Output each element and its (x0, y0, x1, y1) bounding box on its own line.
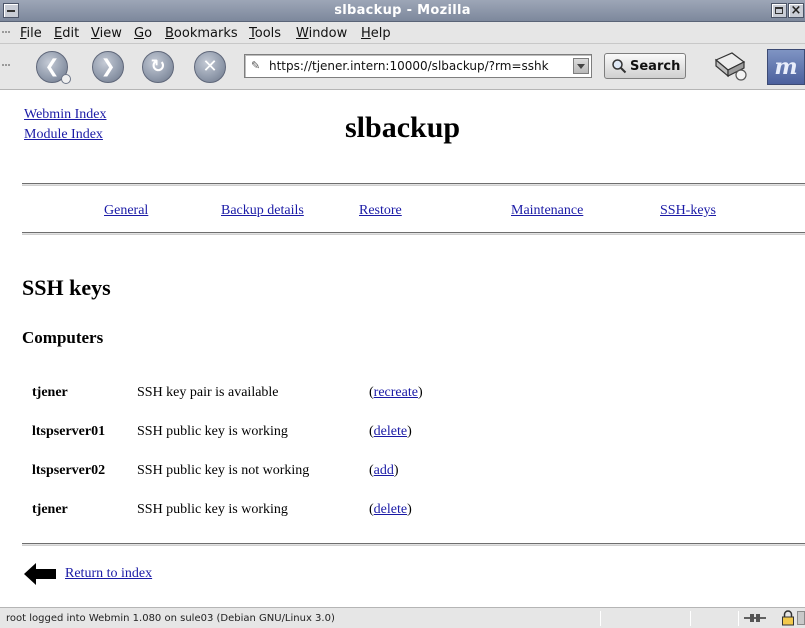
search-button[interactable]: Search (604, 53, 686, 79)
tab-backup-details[interactable]: Backup details (221, 203, 304, 219)
computer-name: ltspserver02 (32, 463, 106, 478)
forward-icon[interactable]: ❯ (92, 51, 124, 83)
key-status: SSH key pair is available (137, 385, 279, 400)
subsection-title: Computers (22, 328, 104, 347)
divider (22, 232, 805, 235)
menu-help[interactable]: Help (361, 26, 391, 41)
window-titlebar[interactable]: slbackup - Mozilla × (0, 0, 805, 22)
toolbar-grip[interactable] (2, 64, 10, 70)
status-separator (738, 611, 739, 626)
tab-restore[interactable]: Restore (359, 203, 402, 219)
module-index-link[interactable]: Module Index (24, 127, 103, 143)
key-action: (delete) (369, 424, 412, 439)
status-bar: root logged into Webmin 1.080 on sule03 … (0, 607, 805, 628)
close-button[interactable]: × (788, 3, 804, 18)
toolbar-grip[interactable] (2, 31, 10, 37)
tab-maintenance[interactable]: Maintenance (511, 203, 583, 219)
computer-name: ltspserver01 (32, 424, 106, 439)
computer-name: tjener (32, 385, 68, 400)
menu-file[interactable]: File (20, 26, 42, 41)
back-history-dropdown[interactable] (61, 74, 71, 84)
key-status: SSH public key is not working (137, 463, 310, 478)
delete-link[interactable]: delete (374, 502, 407, 517)
menu-go[interactable]: Go (134, 26, 152, 41)
key-action: (recreate) (369, 385, 423, 400)
lock-icon[interactable] (781, 610, 795, 626)
divider (22, 183, 805, 186)
computer-name: tjener (32, 502, 68, 517)
url-history-dropdown[interactable] (573, 58, 589, 74)
page-content: Webmin Index Module Index slbackup Gener… (0, 91, 805, 607)
page-title: slbackup (345, 111, 461, 144)
menu-bookmarks[interactable]: Bookmarks (165, 26, 238, 41)
url-bar[interactable]: ✎ https://tjener.intern:10000/slbackup/?… (244, 54, 592, 78)
add-link[interactable]: add (374, 463, 394, 478)
status-separator (690, 611, 691, 626)
delete-link[interactable]: delete (374, 424, 407, 439)
menu-view[interactable]: View (91, 26, 122, 41)
return-to-index-link[interactable]: Return to index (65, 566, 152, 582)
resize-grip[interactable] (797, 611, 805, 625)
maximize-button[interactable] (771, 3, 787, 18)
webmin-index-link[interactable]: Webmin Index (24, 107, 106, 123)
window-title: slbackup - Mozilla (334, 3, 471, 18)
menu-edit[interactable]: Edit (54, 26, 79, 41)
key-action: (add) (369, 463, 399, 478)
tab-ssh-keys[interactable]: SSH-keys (660, 203, 716, 219)
tab-general[interactable]: General (104, 203, 148, 219)
magnifier-icon (612, 59, 627, 74)
back-icon[interactable]: ❮ (36, 51, 71, 84)
key-action: (delete) (369, 502, 412, 517)
site-icon: ✎ (251, 59, 261, 72)
print-icon[interactable] (712, 50, 748, 82)
status-separator (600, 611, 601, 626)
menu-window[interactable]: Window (296, 26, 347, 41)
key-status: SSH public key is working (137, 502, 288, 517)
reload-icon[interactable]: ↻ (142, 51, 174, 83)
mozilla-throbber-icon[interactable]: m (767, 49, 805, 85)
divider (22, 543, 805, 546)
menu-tools[interactable]: Tools (249, 26, 281, 41)
url-input[interactable]: https://tjener.intern:10000/slbackup/?rm… (269, 59, 571, 73)
recreate-link[interactable]: recreate (374, 385, 418, 400)
key-status: SSH public key is working (137, 424, 288, 439)
navigation-toolbar: ❮ ❯ ↻ ✕ ✎ https://tjener.intern:10000/sl… (0, 44, 805, 90)
status-text: root logged into Webmin 1.080 on sule03 … (6, 613, 335, 624)
left-arrow-icon[interactable] (24, 563, 56, 585)
online-status-icon[interactable] (744, 612, 766, 624)
section-title: SSH keys (22, 275, 111, 300)
menu-bar: File Edit View Go Bookmarks Tools Window… (0, 22, 805, 44)
stop-icon[interactable]: ✕ (194, 51, 226, 83)
